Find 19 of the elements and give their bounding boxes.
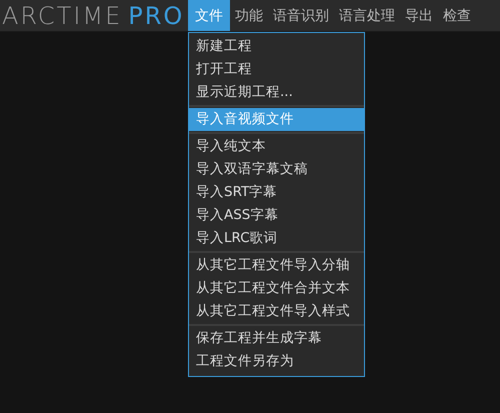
menu-option[interactable]: 导入LRC歌词 (189, 227, 364, 250)
menu-option[interactable]: 从其它工程文件导入样式 (189, 300, 364, 323)
menu-option[interactable]: 保存工程并生成字幕 (189, 327, 364, 350)
app-logo: ARCTIME PRO (2, 0, 186, 31)
menu-option[interactable]: 导入ASS字幕 (189, 204, 364, 227)
menu-item[interactable]: 语言处理 (334, 0, 400, 31)
menu-option[interactable]: 导入SRT字幕 (189, 181, 364, 204)
menu-option[interactable]: 打开工程 (189, 58, 364, 81)
menu-option[interactable]: 工程文件另存为 (189, 350, 364, 373)
menu-option[interactable]: 导入双语字幕文稿 (189, 158, 364, 181)
menu-option[interactable]: 导入纯文本 (189, 135, 364, 158)
menu-option[interactable]: 从其它工程文件导入分轴 (189, 254, 364, 277)
menu-option[interactable]: 显示近期工程... (189, 81, 364, 104)
menu-option[interactable]: 新建工程 (189, 35, 364, 58)
menu-item[interactable]: 语音识别 (268, 0, 334, 31)
menu-item[interactable]: 功能 (230, 0, 268, 31)
menu-item[interactable]: 检查 (438, 0, 476, 31)
menu-item[interactable]: 导出 (400, 0, 438, 31)
menu-option[interactable]: 从其它工程文件合并文本 (189, 277, 364, 300)
